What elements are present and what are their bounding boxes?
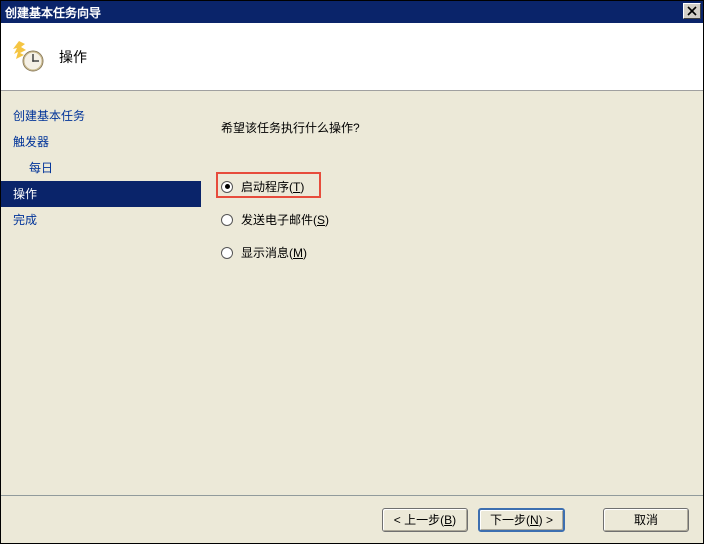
radio-label-0[interactable]: 启动程序(T) [241,178,304,195]
radio-button-2[interactable] [221,247,233,259]
radio-row-2: 显示消息(M) [221,244,703,261]
sidebar-item-1[interactable]: 触发器 [1,129,201,155]
wizard-header: 操作 [1,23,703,91]
radio-row-1: 发送电子邮件(S) [221,211,703,228]
radio-label-2[interactable]: 显示消息(M) [241,244,307,261]
radio-dot-icon [225,184,230,189]
action-radio-group: 启动程序(T) 发送电子邮件(S) 显示消息(M) [221,178,703,261]
radio-label-1[interactable]: 发送电子邮件(S) [241,211,329,228]
cancel-button[interactable]: 取消 [603,508,689,532]
sidebar-item-2[interactable]: 每日 [1,155,201,181]
radio-button-0[interactable] [221,181,233,193]
radio-button-1[interactable] [221,214,233,226]
close-icon [687,6,697,16]
wizard-window: 创建基本任务向导 操作 创建基本任务触发器每日操作完成 希望该任务执行什么操作? [0,0,704,544]
window-title: 创建基本任务向导 [5,4,101,21]
action-prompt: 希望该任务执行什么操作? [221,119,703,136]
header-title: 操作 [59,47,87,67]
sidebar-item-3[interactable]: 操作 [1,181,201,207]
titlebar: 创建基本任务向导 [1,1,703,23]
wizard-sidebar: 创建基本任务触发器每日操作完成 [1,91,201,495]
sidebar-item-4[interactable]: 完成 [1,207,201,233]
wizard-main: 希望该任务执行什么操作? 启动程序(T) 发送电子邮件(S) 显示消息(M) [201,91,703,495]
close-button[interactable] [683,3,701,19]
wizard-content: 创建基本任务触发器每日操作完成 希望该任务执行什么操作? 启动程序(T) 发送电子… [1,91,703,495]
wizard-footer: < 上一步(B) 下一步(N) > 取消 [1,495,703,543]
sidebar-item-0[interactable]: 创建基本任务 [1,103,201,129]
next-button[interactable]: 下一步(N) > [478,508,565,532]
back-button[interactable]: < 上一步(B) [382,508,468,532]
radio-row-0: 启动程序(T) [221,178,703,195]
clock-icon [13,41,45,73]
